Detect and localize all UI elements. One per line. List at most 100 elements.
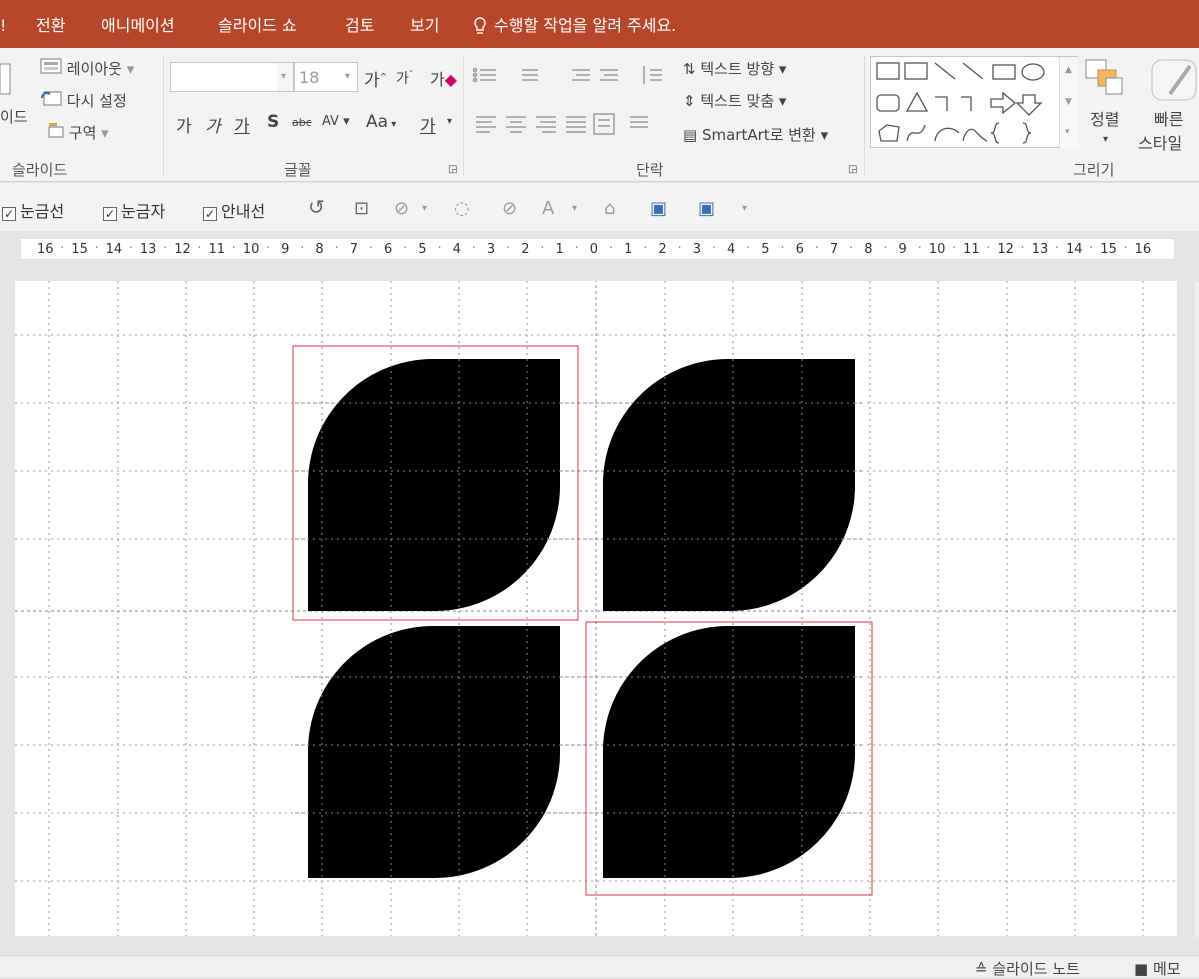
shadow-button[interactable]: S xyxy=(267,112,279,132)
gallery-more-icon[interactable]: ▾ xyxy=(1065,127,1070,137)
tell-me-box[interactable]: 수행할 작업을 알려 주세요. xyxy=(494,16,676,36)
tab-view[interactable]: 보기 xyxy=(410,16,439,36)
arrange-dropdown-icon[interactable]: ▾ xyxy=(1103,134,1108,145)
present-icon[interactable]: ⊡ xyxy=(354,198,369,219)
tab-slideshow[interactable]: 슬라이드 쇼 xyxy=(218,16,297,36)
dropdown-icon[interactable]: ▾ xyxy=(422,203,427,214)
ruler-tick: · xyxy=(574,241,579,256)
shapes-gallery[interactable]: ▲ ▼ ▾ xyxy=(870,56,1078,149)
ruler-tick-label: 4 xyxy=(452,242,461,257)
quick-styles-icon[interactable] xyxy=(1150,56,1199,108)
font-color-dropdown-icon[interactable]: ▾ xyxy=(447,116,452,127)
comments-button[interactable]: ■ 메모 xyxy=(1134,958,1181,979)
font-dialog-launcher-icon[interactable]: ◲ xyxy=(448,164,457,175)
elbow-arrow-icon xyxy=(961,96,972,111)
notes-button[interactable]: ≙ 슬라이드 노트 xyxy=(975,958,1080,979)
ruler-tick: · xyxy=(94,241,99,256)
reset-button[interactable]: 다시 설정 xyxy=(40,90,127,111)
guides-checkbox[interactable]: ✓ 안내선 xyxy=(203,198,265,222)
change-case-button[interactable]: Aa ▾ xyxy=(366,112,396,132)
new-slide-label[interactable]: 이드 xyxy=(0,106,28,127)
merge-shapes-icon[interactable]: ⊘ xyxy=(502,198,517,219)
ruler-tick-label: 13 xyxy=(1031,242,1049,257)
gridlines-checkbox[interactable]: ✓ 눈금선 xyxy=(2,198,64,222)
ruler-tick-label: 6 xyxy=(384,242,393,257)
more-dropdown-icon[interactable]: ▾ xyxy=(742,203,747,214)
ruler-tick-label: 11 xyxy=(963,242,980,257)
bold-button[interactable]: 가 xyxy=(176,112,192,137)
font-size-input[interactable]: 18 ▾ xyxy=(294,62,358,92)
section-button[interactable]: 구역 ▾ xyxy=(48,122,109,143)
right-brace-shape-icon xyxy=(1022,122,1032,144)
italic-button[interactable]: 가 xyxy=(205,112,221,137)
ruler-tick: · xyxy=(334,241,339,256)
gridlines-label: 눈금선 xyxy=(20,202,65,221)
leaf-shape-top-right[interactable] xyxy=(602,359,856,611)
quick-styles-label-1[interactable]: 빠른 xyxy=(1154,106,1183,130)
ruler-tick-label: 3 xyxy=(486,242,496,257)
slide-canvas[interactable] xyxy=(15,261,1177,956)
line-shape-icon xyxy=(934,62,956,80)
format-painter-icon[interactable]: ⌂ xyxy=(604,198,615,219)
font-group-label: 글꼴 xyxy=(284,161,312,179)
rotate-icon[interactable]: ↺ xyxy=(308,195,325,219)
checkmark-icon: ✓ xyxy=(103,207,117,221)
gallery-scroll-up-icon[interactable]: ▲ xyxy=(1065,65,1072,75)
quick-styles-label-2[interactable]: 스타일 xyxy=(1138,130,1182,154)
leaf-shape-bottom-right[interactable] xyxy=(602,626,856,878)
text-direction-button[interactable]: ⇅ 텍스트 방향 ▾ xyxy=(683,58,786,79)
paragraph-buttons-icon[interactable] xyxy=(470,62,670,152)
font-size-dropdown-icon[interactable]: ▾ xyxy=(345,71,350,82)
leaf-shape-top-left[interactable] xyxy=(307,359,561,611)
vertical-textbox-shape-icon xyxy=(904,62,928,80)
gallery-scroll[interactable]: ▲ ▼ ▾ xyxy=(1059,57,1078,149)
horizontal-ruler: 16 · 15 · 14 · 13 · 12 · 11 · 10 · 9 · 8 · 7 · 6 · 5 · 4 · 3 · 2 · 1 · 0… xyxy=(20,238,1175,260)
ruler-tick-label: 11 xyxy=(208,242,226,257)
freeform-shape-icon xyxy=(878,124,900,142)
ruler-tick-label: 16 xyxy=(37,242,54,257)
tab-transitions[interactable]: 전환 xyxy=(36,16,65,36)
comment-icon: ■ xyxy=(1134,960,1149,978)
tab-partial[interactable]: ! xyxy=(0,16,6,36)
tab-animations[interactable]: 애니메이션 xyxy=(101,16,175,36)
leaf-shape-bottom-left[interactable] xyxy=(307,626,561,878)
ruler-tick-label: 1 xyxy=(555,242,564,257)
char-spacing-button[interactable]: AV ▾ xyxy=(322,114,350,129)
online-picture-icon[interactable]: ▣ xyxy=(698,198,715,219)
dropdown-icon[interactable]: ▾ xyxy=(572,203,577,214)
clear-format-button[interactable]: 가◆ xyxy=(430,66,457,90)
ruler-checkbox[interactable]: ✓ 눈금자 xyxy=(103,198,165,222)
shrink-font-label: 가 xyxy=(396,71,409,87)
font-color-button[interactable]: 가 xyxy=(420,112,436,137)
checkmark-icon: ✓ xyxy=(203,207,217,221)
shrink-font-button[interactable]: 가ˇ xyxy=(396,68,413,88)
font-name-input[interactable] xyxy=(170,62,294,92)
layout-button[interactable]: 레이아웃 ▾ xyxy=(40,58,134,79)
gallery-scroll-down-icon[interactable]: ▼ xyxy=(1065,97,1072,107)
ruler-tick: · xyxy=(403,241,408,256)
vertical-scrollbar[interactable] xyxy=(1193,282,1199,937)
shadow-icon[interactable]: ◌ xyxy=(454,198,470,219)
ruler-tick: · xyxy=(951,241,957,256)
paragraph-dialog-launcher-icon[interactable]: ◲ xyxy=(848,164,857,175)
arrange-icon[interactable] xyxy=(1084,58,1126,104)
new-slide-icon[interactable] xyxy=(0,62,12,100)
ruler-tick: · xyxy=(986,241,991,256)
ruler-tick-label: 15 xyxy=(71,242,88,257)
tab-review[interactable]: 검토 xyxy=(345,16,374,36)
arc-shape-icon xyxy=(934,127,960,142)
underline-button[interactable]: 가 xyxy=(234,112,250,137)
shape-effects-icon[interactable]: ⊘ xyxy=(394,198,409,219)
arrange-button[interactable]: 정렬 xyxy=(1090,106,1119,130)
font-name-dropdown[interactable]: ▾ xyxy=(278,62,294,92)
align-text-button[interactable]: ⇕ 텍스트 맞춤 ▾ xyxy=(683,90,786,111)
ruler-tick: · xyxy=(849,241,854,256)
smartart-button[interactable]: ▤ SmartArt로 변환 ▾ xyxy=(683,124,828,145)
ruler-tick: · xyxy=(60,241,65,256)
char-spacing-label: AV xyxy=(322,114,339,129)
strikethrough-button[interactable]: abc xyxy=(292,116,312,129)
ruler-tick-label: 10 xyxy=(928,242,946,257)
grow-font-button[interactable]: 가^ xyxy=(364,66,387,91)
text-effects-icon[interactable]: A xyxy=(542,198,554,219)
insert-picture-icon[interactable]: ▣ xyxy=(650,198,667,219)
